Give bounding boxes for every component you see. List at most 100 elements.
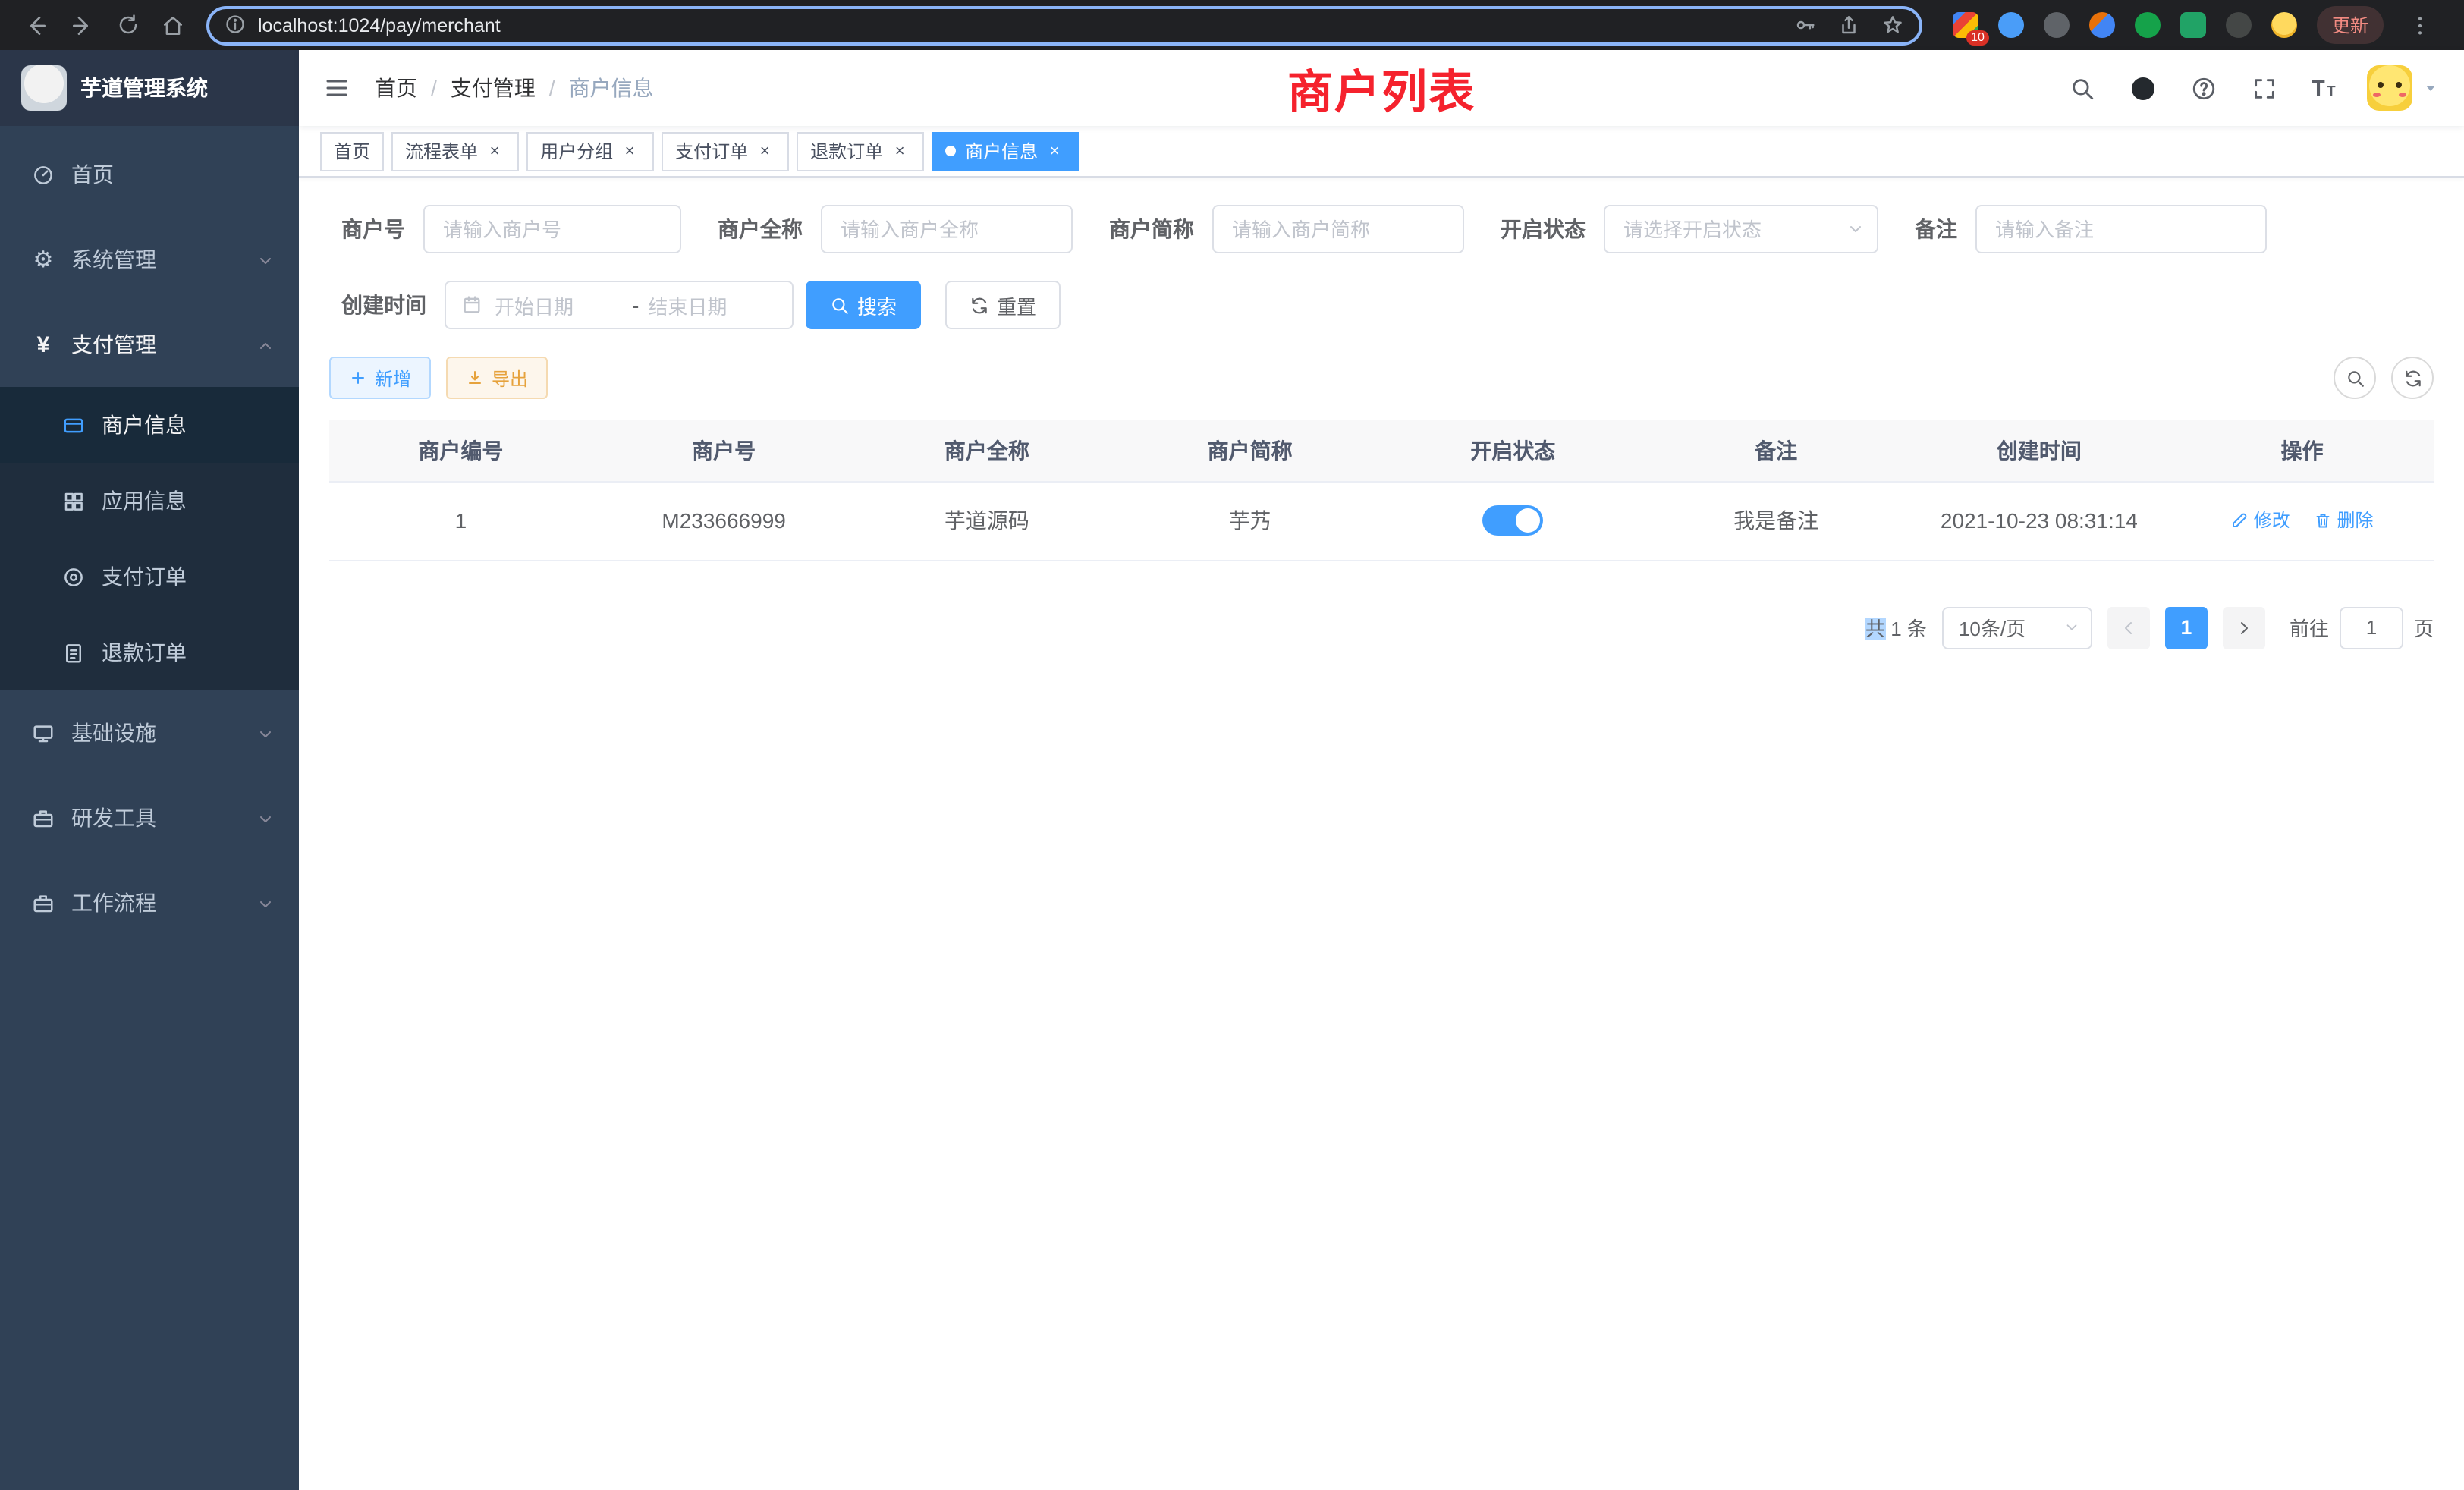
close-icon[interactable] [484,140,505,162]
next-page-button[interactable] [2223,606,2265,649]
page-annotation: 商户列表 [1287,55,1476,121]
reset-button[interactable]: 重置 [945,281,1061,329]
filter-row-1: 商户号 商户全称 商户简称 开启状态 [329,205,2434,253]
extension-icon-4[interactable] [2089,12,2115,38]
filter-short-name: 商户简称 [1109,205,1464,253]
address-bar[interactable]: localhost:1024/pay/merchant [206,5,1922,45]
font-size-icon[interactable] [2306,70,2343,106]
chevron-down-icon [2063,619,2080,636]
sidebar-item-infrastructure[interactable]: 基础设施 [0,690,299,775]
sidebar-item-merchant-info[interactable]: 商户信息 [0,387,299,463]
sidebar-item-home[interactable]: 首页 [0,132,299,217]
help-icon[interactable] [2185,70,2221,106]
sidebar-item-pay-orders[interactable]: 支付订单 [0,539,299,615]
browser-back-button[interactable] [15,4,58,46]
extension-icon-1[interactable]: 10 [1953,12,1978,38]
sidebar-item-system[interactable]: ⚙ 系统管理 [0,217,299,302]
export-button[interactable]: 导出 [446,357,548,399]
main-area: 首页 / 支付管理 / 商户信息 商户列表 [299,50,2464,1490]
sidebar-item-payment[interactable]: ¥ 支付管理 [0,302,299,387]
status-toggle[interactable] [1482,505,1543,536]
refresh-table-button[interactable] [2391,357,2434,399]
table-row[interactable]: 1 M233666999 芋道源码 芋艿 我是备注 2021-10-23 08:… [329,481,2434,560]
add-button[interactable]: 新增 [329,357,431,399]
page-number-1[interactable]: 1 [2165,606,2208,649]
close-icon[interactable] [754,140,775,162]
sidebar-item-workflow[interactable]: 工作流程 [0,860,299,945]
navbar-actions [2063,65,2440,111]
search-button[interactable]: 搜索 [806,281,921,329]
col-merchant-id: 商户编号 [329,420,592,481]
password-key-icon[interactable] [1793,11,1816,39]
extension-icon-7[interactable] [2226,12,2252,38]
extension-icon-5[interactable] [2135,12,2161,38]
date-separator: - [624,294,649,316]
status-select[interactable] [1604,205,1878,253]
document-icon [61,640,86,665]
edit-button[interactable]: 修改 [2231,508,2290,533]
col-short-name: 商户简称 [1118,420,1381,481]
user-avatar-menu[interactable] [2367,65,2440,111]
app-logo[interactable]: 芋道管理系统 [0,50,299,126]
pagination-total: 共 1 条 [1865,613,1927,642]
bookmark-star-icon[interactable] [1881,11,1904,39]
sidebar-item-dev-tools[interactable]: 研发工具 [0,775,299,860]
browser-home-button[interactable] [152,4,194,46]
tab-refund-orders[interactable]: 退款订单 [797,131,924,171]
url-text[interactable]: localhost:1024/pay/merchant [258,14,1793,36]
close-icon[interactable] [1044,140,1065,162]
browser-menu-icon[interactable] [2403,4,2437,46]
full-name-input[interactable] [821,205,1073,253]
tab-process-form[interactable]: 流程表单 [391,131,519,171]
header-search-icon[interactable] [2063,70,2100,106]
date-range-picker[interactable]: 开始日期 - 结束日期 [445,281,794,329]
goto-page-input[interactable] [2340,606,2403,649]
merchant-no-input[interactable] [423,205,681,253]
chevron-down-icon [256,247,275,272]
tab-merchant-info[interactable]: 商户信息 [932,131,1079,171]
gear-icon: ⚙ [30,246,56,273]
tab-home[interactable]: 首页 [320,131,384,171]
cell-merchant-id: 1 [329,481,592,560]
date-end-input[interactable]: 结束日期 [648,291,777,319]
fullscreen-icon[interactable] [2246,70,2282,106]
close-icon[interactable] [619,140,640,162]
col-remark: 备注 [1645,420,1908,481]
date-start-input[interactable]: 开始日期 [495,291,624,319]
close-icon[interactable] [889,140,910,162]
extension-icon-6[interactable] [2180,12,2206,38]
site-info-icon[interactable] [225,11,246,39]
cell-actions: 修改 删除 [2170,481,2434,560]
page-size-select[interactable]: 10条/页 [1942,606,2092,649]
delete-button[interactable]: 删除 [2315,508,2374,533]
extension-icon-3[interactable] [2044,12,2070,38]
cell-created-at: 2021-10-23 08:31:14 [1908,481,2171,560]
github-icon[interactable] [2124,70,2161,106]
dashboard-icon [30,162,56,187]
toggle-search-button[interactable] [2334,357,2376,399]
short-name-input[interactable] [1212,205,1464,253]
browser-forward-button[interactable] [61,4,103,46]
tab-pay-orders[interactable]: 支付订单 [662,131,789,171]
browser-reload-button[interactable] [106,4,149,46]
remark-input[interactable] [1975,205,2267,253]
chevron-down-icon [256,891,275,915]
share-icon[interactable] [1837,11,1860,39]
sidebar-item-app-info[interactable]: 应用信息 [0,463,299,539]
prev-page-button[interactable] [2107,606,2150,649]
filter-create-time: 创建时间 开始日期 - 结束日期 [341,281,794,329]
target-icon [61,564,86,589]
cell-merchant-no: M233666999 [592,481,856,560]
breadcrumb-home[interactable]: 首页 [375,73,417,103]
browser-toolbar: localhost:1024/pay/merchant 10 更新 [0,0,2464,50]
breadcrumb-payment[interactable]: 支付管理 [451,73,536,103]
profile-avatar-icon[interactable] [2271,12,2297,38]
caret-down-icon [2422,79,2440,97]
chevron-down-icon [256,806,275,830]
chrome-update-button[interactable]: 更新 [2317,6,2384,44]
tab-user-group[interactable]: 用户分组 [526,131,654,171]
breadcrumb-current: 商户信息 [569,73,654,103]
sidebar-item-refund-orders[interactable]: 退款订单 [0,615,299,690]
sidebar-toggle-icon[interactable] [323,74,350,102]
extension-icon-2[interactable] [1998,12,2024,38]
